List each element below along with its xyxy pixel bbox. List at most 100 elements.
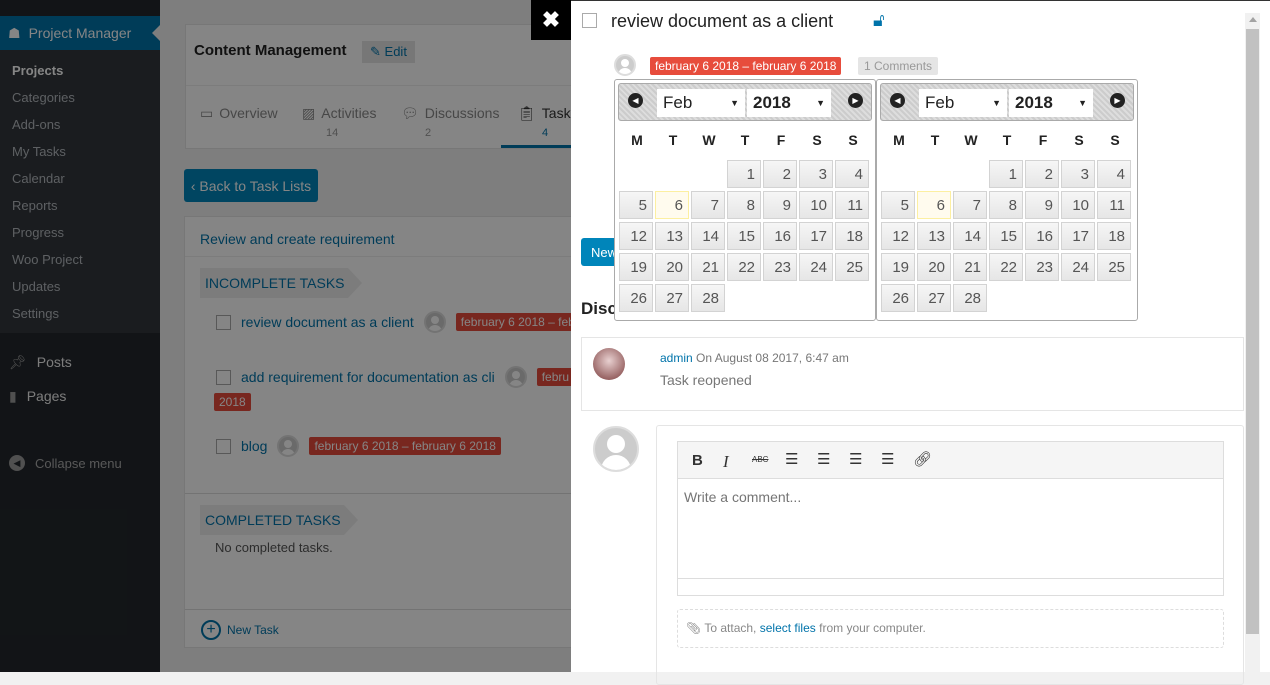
weekday-label: T [668,132,678,148]
year-select[interactable]: 2018 ▼ [747,89,831,117]
strikethrough-icon[interactable]: ABC [752,455,768,464]
calendar-day[interactable]: 24 [1061,253,1095,281]
calendar-day[interactable]: 9 [763,191,797,219]
date-range-badge[interactable]: february 6 2018 – february 6 2018 [650,57,842,75]
calendar-day[interactable]: 1 [727,160,761,188]
calendar-day[interactable]: 19 [881,253,915,281]
calendar-day[interactable]: 20 [917,253,951,281]
calendar-day[interactable]: 7 [691,191,725,219]
calendar-day[interactable]: 18 [835,222,869,250]
close-icon[interactable]: ✖ [531,0,571,40]
editor-toolbar: B I ABC ☰ ☰ ☰ ☰ 🔗︎ [678,442,1223,479]
calendar-header: ◀ Feb ▼ 2018 ▼ ▶ [880,83,1134,121]
calendar-day[interactable]: 6 [917,191,951,219]
align-left-icon[interactable]: ☰ [785,450,798,468]
calendar-day[interactable]: 2 [1025,160,1059,188]
weekday-label: S [848,132,858,148]
calendar-day[interactable]: 16 [1025,222,1059,250]
calendar-day[interactable]: 19 [619,253,653,281]
calendar-day[interactable]: 4 [835,160,869,188]
calendar-day[interactable]: 15 [727,222,761,250]
year-value: 2018 [1015,93,1053,112]
calendar-day[interactable]: 21 [953,253,987,281]
prev-month-icon[interactable]: ◀ [628,93,643,108]
calendar-day[interactable]: 17 [799,222,833,250]
calendar-day[interactable]: 10 [799,191,833,219]
year-value: 2018 [753,93,791,112]
next-month-icon[interactable]: ▶ [1110,93,1125,108]
calendar-day[interactable]: 27 [917,284,951,312]
calendar-day[interactable]: 13 [917,222,951,250]
prev-month-icon[interactable]: ◀ [890,93,905,108]
calendar-day[interactable]: 26 [619,284,653,312]
align-center-icon[interactable]: ☰ [817,450,830,468]
calendar-day[interactable]: 11 [835,191,869,219]
weekday-label: S [1110,132,1120,148]
calendar-day[interactable]: 27 [655,284,689,312]
comment-author-link[interactable]: admin [660,351,693,365]
italic-icon[interactable]: I [723,452,729,472]
weekday-label: F [776,132,786,148]
weekday-label: M [893,132,905,148]
calendar-day[interactable]: 23 [1025,253,1059,281]
align-right-icon[interactable]: ☰ [881,450,894,468]
select-files-link[interactable]: select files [760,621,816,635]
calendar-day[interactable]: 14 [953,222,987,250]
weekday-label: T [930,132,940,148]
comment-form: B I ABC ☰ ☰ ☰ ☰ 🔗︎ 📎︎ To attach, select … [656,425,1244,685]
calendar-day[interactable]: 9 [1025,191,1059,219]
calendar-day[interactable]: 12 [619,222,653,250]
calendar-day[interactable]: 28 [691,284,725,312]
comment-input[interactable] [678,479,1223,579]
calendar-day[interactable]: 25 [835,253,869,281]
year-select[interactable]: 2018 ▼ [1009,89,1093,117]
task-complete-checkbox[interactable] [582,13,597,28]
calendar-day[interactable]: 24 [799,253,833,281]
month-select[interactable]: Feb ▼ [919,89,1007,117]
calendar-day[interactable]: 3 [799,160,833,188]
calendar-day[interactable]: 23 [763,253,797,281]
bold-icon[interactable]: B [692,452,703,469]
calendar-day[interactable]: 12 [881,222,915,250]
calendar-day[interactable]: 13 [655,222,689,250]
task-title: review document as a client [611,11,834,31]
calendar-day[interactable]: 8 [727,191,761,219]
calendar-day[interactable]: 25 [1097,253,1131,281]
comment-text: Task reopened [660,372,752,388]
calendar-day[interactable]: 20 [655,253,689,281]
calendar-day[interactable]: 3 [1061,160,1095,188]
calendar-day[interactable]: 28 [953,284,987,312]
modal-scrollbar[interactable] [1245,13,1260,673]
calendar-day[interactable]: 11 [1097,191,1131,219]
calendar-day[interactable]: 17 [1061,222,1095,250]
attach-prefix: To attach, [704,621,757,635]
calendar-day[interactable]: 5 [881,191,915,219]
link-icon[interactable]: 🔗︎ [913,450,932,468]
weekday-label: W [702,132,716,148]
calendar-day[interactable]: 22 [989,253,1023,281]
calendar-day[interactable]: 4 [1097,160,1131,188]
calendar-day[interactable]: 5 [619,191,653,219]
calendar-day[interactable]: 1 [989,160,1023,188]
month-select[interactable]: Feb ▼ [657,89,745,117]
calendar-day[interactable]: 26 [881,284,915,312]
calendar-day[interactable]: 21 [691,253,725,281]
calendar-day[interactable]: 8 [989,191,1023,219]
calendar-day[interactable]: 7 [953,191,987,219]
calendar-day[interactable]: 10 [1061,191,1095,219]
calendar-day[interactable]: 22 [727,253,761,281]
calendar-day[interactable]: 16 [763,222,797,250]
calendar-day[interactable]: 18 [1097,222,1131,250]
unlock-icon[interactable]: 🔓︎ [873,10,885,31]
weekday-label: F [1038,132,1048,148]
justify-icon[interactable]: ☰ [849,450,862,468]
next-month-icon[interactable]: ▶ [848,93,863,108]
month-value: Feb [925,93,955,112]
weekday-label: M [631,132,643,148]
calendar-day[interactable]: 14 [691,222,725,250]
calendar-day[interactable]: 2 [763,160,797,188]
comment-meta: On August 08 2017, 6:47 am [696,351,849,365]
attach-dropzone[interactable]: 📎︎ To attach, select files from your com… [677,609,1224,648]
calendar-day[interactable]: 6 [655,191,689,219]
calendar-day[interactable]: 15 [989,222,1023,250]
